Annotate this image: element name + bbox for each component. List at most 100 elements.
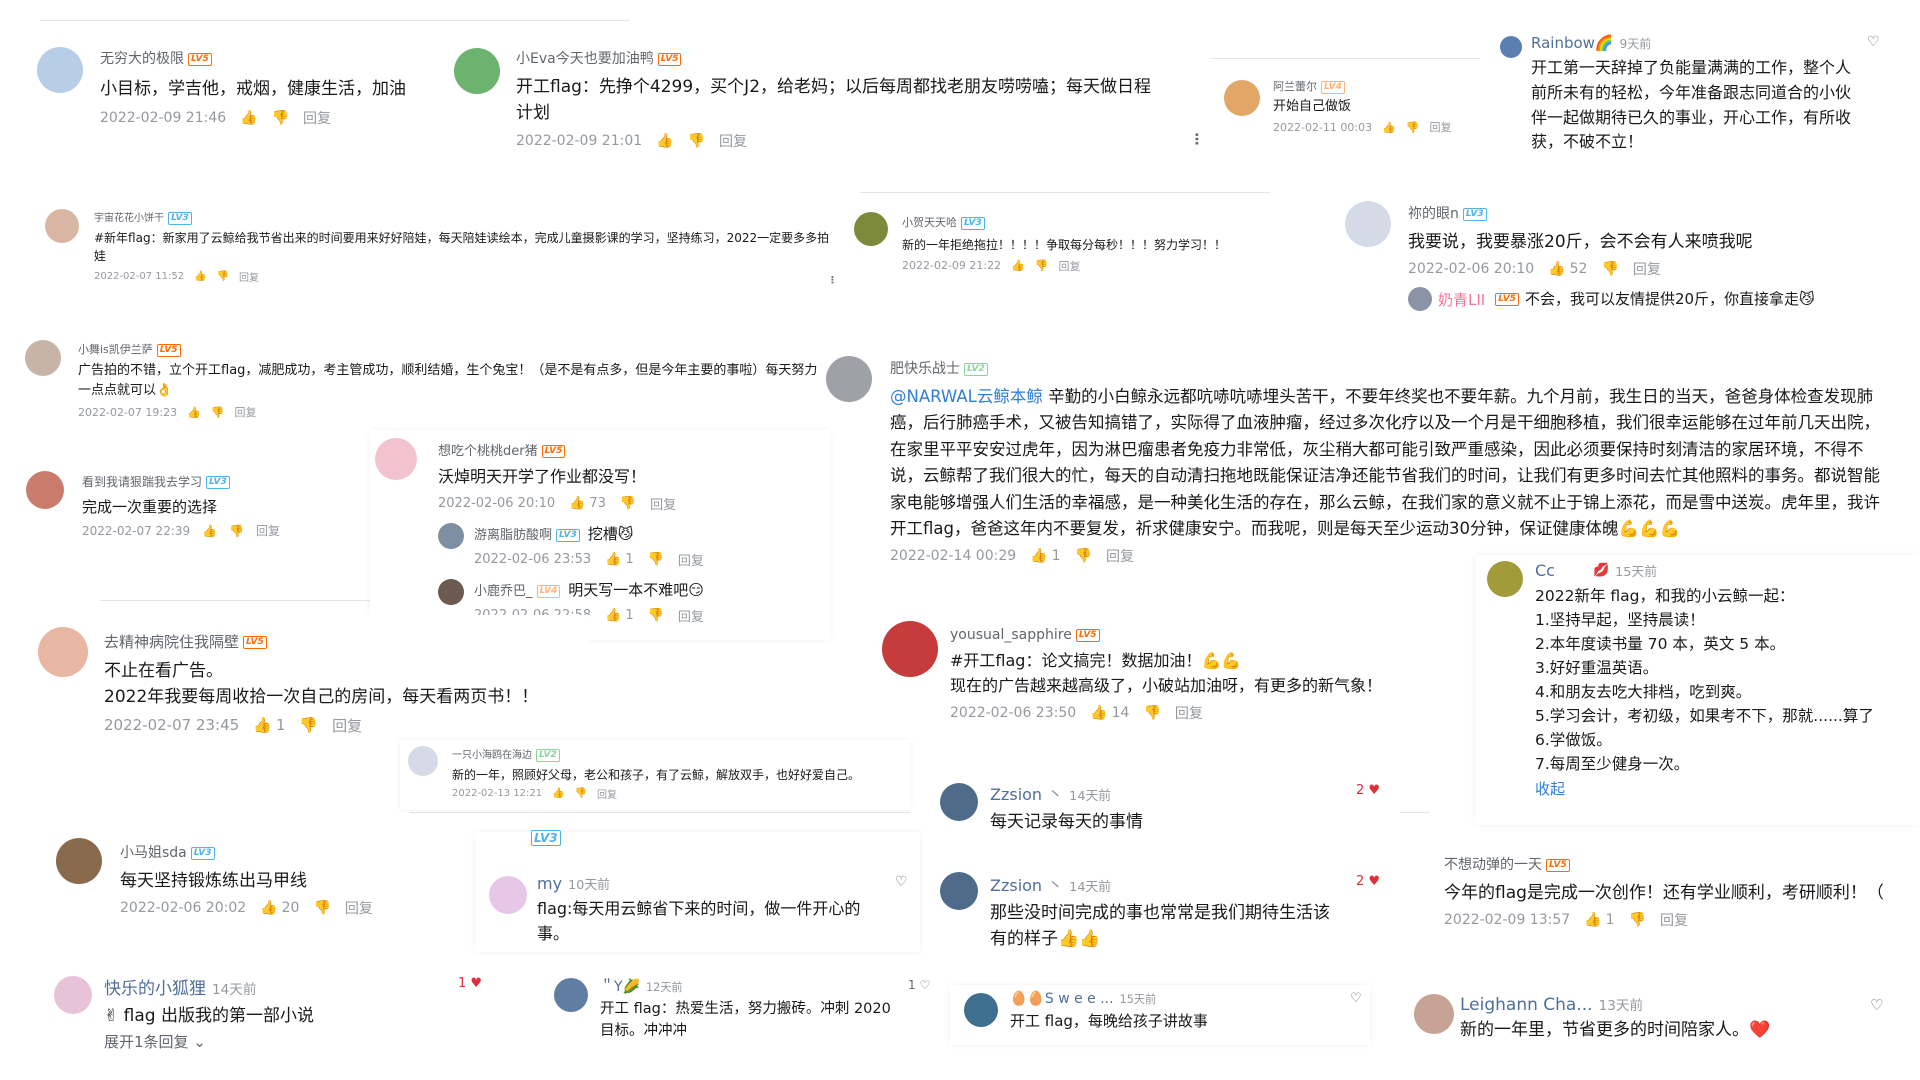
- username[interactable]: Leighann Cha...: [1460, 995, 1593, 1015]
- thumbs-up-icon[interactable]: 👍: [1382, 121, 1396, 134]
- username[interactable]: my: [537, 874, 562, 893]
- reply-username[interactable]: 小鹿乔巴_: [474, 584, 533, 599]
- avatar[interactable]: [45, 209, 79, 243]
- reply-button[interactable]: 回复: [303, 108, 331, 128]
- thumbs-up-icon[interactable]: 👍: [605, 608, 621, 623]
- thumbs-down-icon[interactable]: 👎: [299, 716, 318, 734]
- thumbs-down-icon[interactable]: 👎: [1629, 912, 1646, 928]
- thumbs-up-icon[interactable]: 👍: [253, 716, 272, 734]
- avatar[interactable]: [1224, 80, 1260, 116]
- avatar[interactable]: [54, 976, 92, 1014]
- thumbs-up-icon[interactable]: 👍: [605, 552, 621, 567]
- heart-outline-icon[interactable]: ♡: [1867, 34, 1880, 50]
- avatar[interactable]: [375, 438, 417, 480]
- heart-outline-icon[interactable]: ♡: [1870, 996, 1883, 1014]
- avatar[interactable]: [1345, 201, 1391, 247]
- username[interactable]: 小Eva今天也要加油鸭: [516, 51, 654, 67]
- username[interactable]: Zzsion: [990, 785, 1042, 804]
- username[interactable]: yousual_sapphire: [950, 627, 1072, 643]
- reply-username[interactable]: 游离脂肪酸啊: [474, 528, 552, 543]
- avatar[interactable]: [1414, 994, 1454, 1034]
- collapse-link[interactable]: 收起: [1535, 778, 1905, 799]
- thumbs-down-icon[interactable]: 👎: [1406, 121, 1420, 134]
- thumbs-down-icon[interactable]: 👎: [1075, 548, 1092, 564]
- heart-icon[interactable]: ♥: [470, 976, 482, 991]
- avatar[interactable]: [1408, 287, 1432, 312]
- heart-icon[interactable]: ♥: [1368, 874, 1380, 889]
- avatar[interactable]: [438, 522, 464, 549]
- username[interactable]: 小马姐sda: [120, 845, 187, 861]
- thumbs-up-icon[interactable]: 👍: [1030, 548, 1047, 564]
- username[interactable]: ＂Y🌽: [600, 979, 640, 995]
- avatar[interactable]: [56, 838, 102, 884]
- more-options-icon[interactable]: ···: [826, 275, 837, 283]
- thumbs-up-icon[interactable]: 👍: [1584, 912, 1601, 928]
- thumbs-down-icon[interactable]: 👎: [1035, 259, 1049, 272]
- thumbs-down-icon[interactable]: 👎: [211, 406, 225, 419]
- username[interactable]: 去精神病院住我隔壁: [104, 633, 239, 651]
- avatar[interactable]: [1500, 36, 1522, 58]
- avatar[interactable]: [826, 356, 872, 402]
- username[interactable]: 一只小海鸥在海边: [452, 750, 532, 761]
- username[interactable]: Cc: [1535, 561, 1555, 580]
- username[interactable]: 看到我请狠踹我去学习: [82, 475, 202, 489]
- thumbs-down-icon[interactable]: 👎: [272, 110, 289, 126]
- username[interactable]: 肥快乐战士: [890, 361, 960, 377]
- reply-button[interactable]: 回复: [650, 494, 676, 513]
- heart-outline-icon[interactable]: ♡: [919, 978, 930, 992]
- thumbs-down-icon[interactable]: 👎: [1601, 261, 1618, 277]
- username[interactable]: 祢的眼n: [1408, 206, 1459, 222]
- reply-button[interactable]: 回复: [1430, 119, 1452, 135]
- reply-button[interactable]: 回复: [1633, 259, 1661, 279]
- reply-button[interactable]: 回复: [239, 269, 259, 284]
- avatar[interactable]: [25, 340, 61, 376]
- thumbs-up-icon[interactable]: 👍: [260, 900, 277, 916]
- username[interactable]: Zzsion: [990, 876, 1042, 895]
- thumbs-down-icon[interactable]: 👎: [620, 496, 636, 511]
- avatar[interactable]: [964, 993, 998, 1027]
- reply-button[interactable]: 回复: [1660, 910, 1688, 930]
- username[interactable]: 宇宙花花小饼干: [94, 213, 164, 224]
- username[interactable]: 不想动弹的一天: [1444, 857, 1542, 873]
- thumbs-up-icon[interactable]: 👍: [1011, 259, 1025, 272]
- avatar[interactable]: [940, 872, 978, 910]
- avatar[interactable]: [554, 978, 588, 1012]
- avatar[interactable]: [454, 48, 500, 94]
- avatar[interactable]: [882, 621, 938, 677]
- reply-username[interactable]: 奶青LII: [1438, 289, 1485, 310]
- reply-button[interactable]: 回复: [678, 606, 704, 625]
- username[interactable]: 快乐的小狐狸: [104, 979, 206, 999]
- heart-outline-icon[interactable]: ♡: [895, 874, 908, 890]
- thumbs-up-icon[interactable]: 👍: [187, 406, 201, 419]
- avatar[interactable]: [1487, 561, 1523, 597]
- thumbs-up-icon[interactable]: 👍: [552, 788, 564, 799]
- reply-button[interactable]: 回复: [597, 786, 617, 801]
- thumbs-up-icon[interactable]: 👍: [1090, 705, 1107, 721]
- username[interactable]: 想吃个桃桃der猪: [438, 444, 538, 459]
- reply-button[interactable]: 回复: [332, 715, 362, 736]
- reply-button[interactable]: 回复: [678, 550, 704, 569]
- thumbs-down-icon[interactable]: 👎: [648, 608, 664, 623]
- username[interactable]: Rainbow🌈: [1531, 34, 1614, 52]
- thumbs-down-icon[interactable]: 👎: [217, 271, 229, 282]
- username[interactable]: 小舞is凯伊兰萨: [78, 343, 153, 356]
- reply-button[interactable]: 回复: [1059, 258, 1081, 274]
- reply-button[interactable]: 回复: [256, 522, 280, 539]
- username[interactable]: 阿兰蕾尔: [1273, 80, 1317, 93]
- avatar[interactable]: [38, 627, 88, 677]
- avatar[interactable]: [489, 876, 527, 914]
- chevron-down-icon[interactable]: ⌄: [193, 1033, 206, 1051]
- thumbs-up-icon[interactable]: 👍: [1548, 261, 1565, 277]
- username[interactable]: 🥚🥚S w e e ...: [1010, 991, 1114, 1007]
- username[interactable]: 小贺天天哈: [902, 216, 957, 229]
- reply-button[interactable]: 回复: [235, 404, 257, 420]
- thumbs-up-icon[interactable]: 👍: [240, 110, 257, 126]
- thumbs-down-icon[interactable]: 👎: [688, 133, 705, 149]
- more-options-icon[interactable]: ···: [1188, 132, 1204, 145]
- thumbs-down-icon[interactable]: 👎: [1143, 705, 1160, 721]
- avatar[interactable]: [26, 471, 64, 509]
- reply-button[interactable]: 回复: [345, 898, 373, 918]
- avatar[interactable]: [940, 783, 978, 821]
- avatar[interactable]: [438, 579, 464, 606]
- expand-replies-button[interactable]: 展开1条回复: [104, 1033, 189, 1051]
